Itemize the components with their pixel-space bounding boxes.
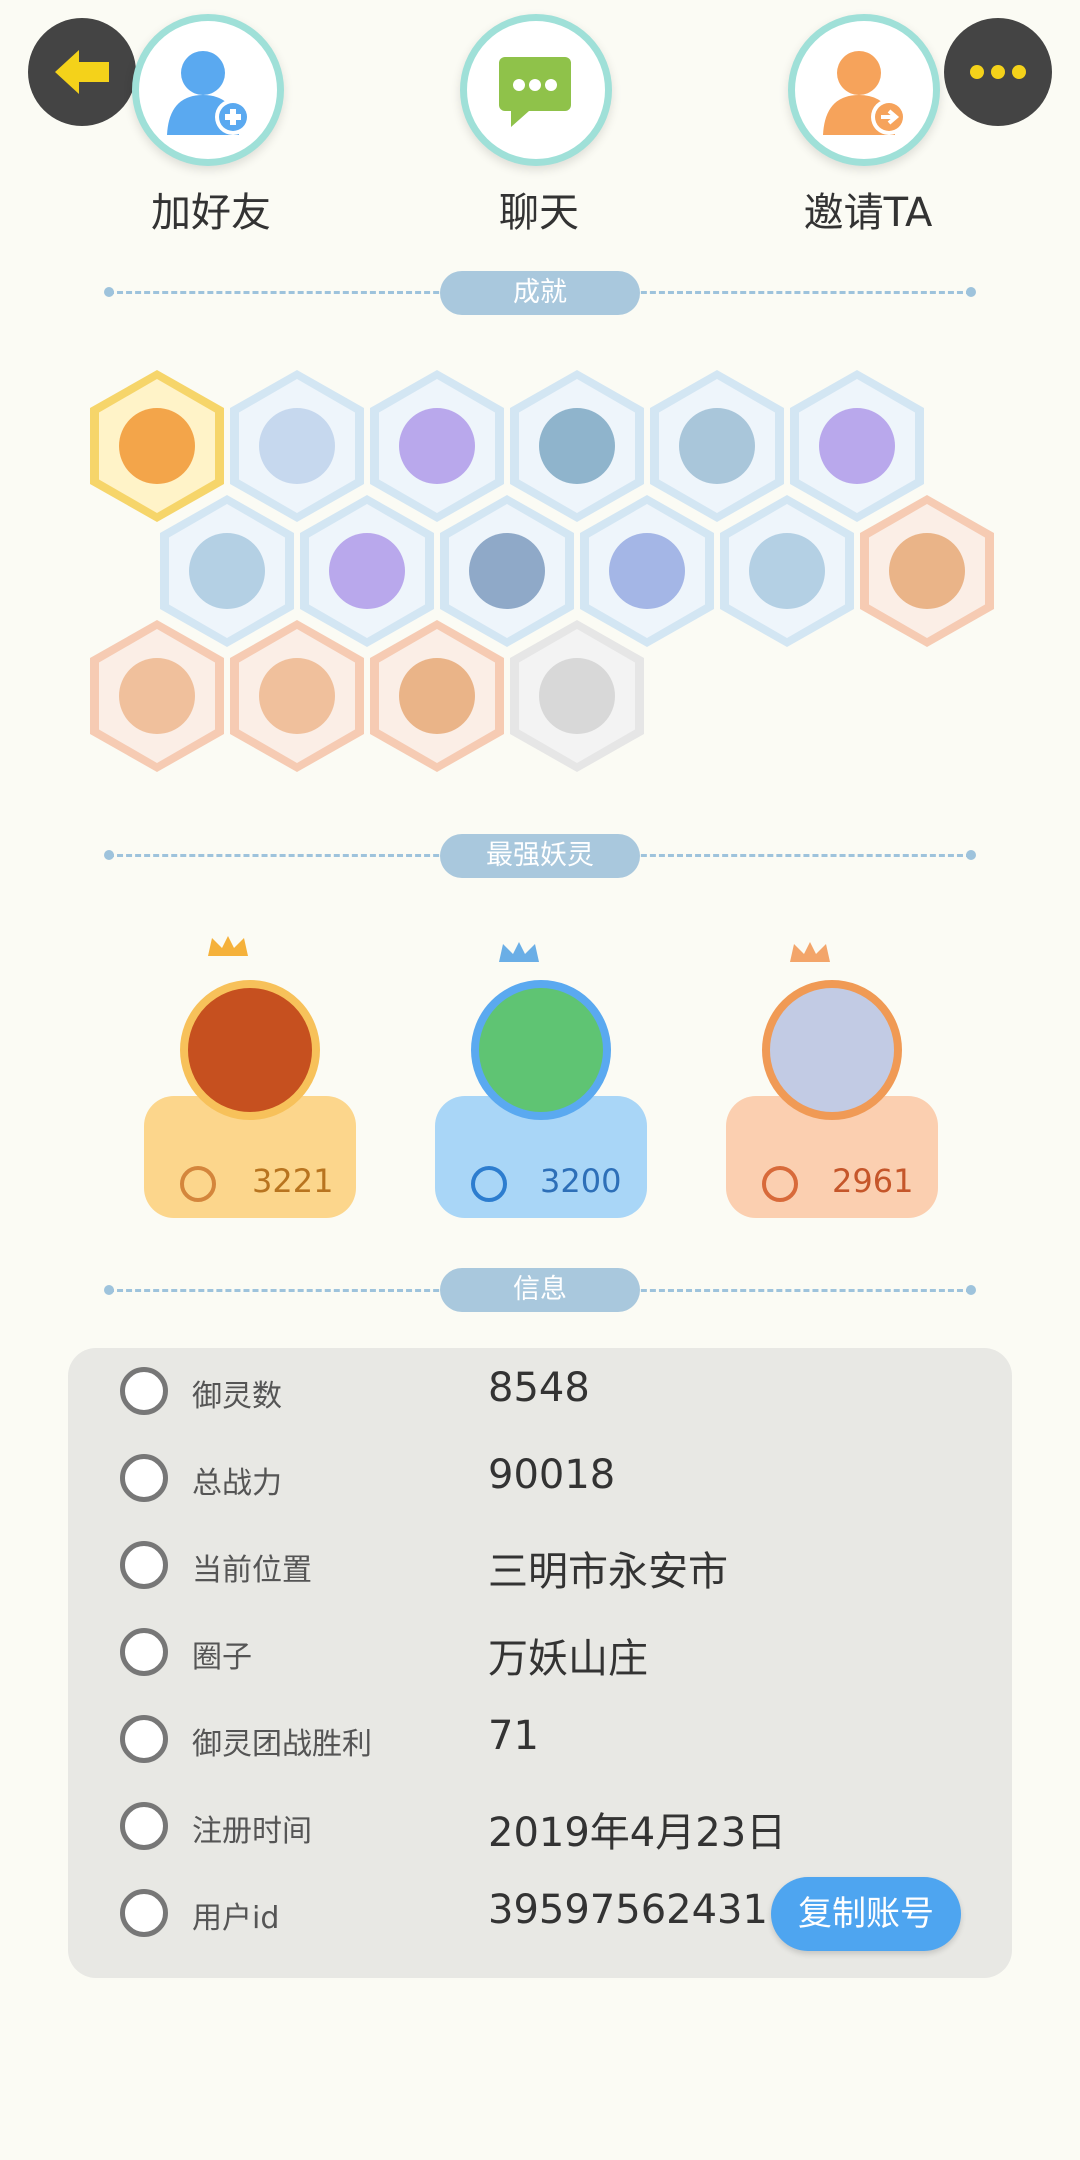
wolf-book-icon — [539, 658, 615, 734]
bear-icon — [119, 658, 195, 734]
info-label: 用户id — [192, 1901, 280, 1936]
info-label: 注册时间 — [192, 1814, 312, 1849]
vortex-icon — [399, 408, 475, 484]
egg-icon — [889, 533, 965, 609]
more-button[interactable] — [944, 18, 1052, 126]
info-label: 御灵团战胜利 — [192, 1727, 372, 1762]
section-title: 信息 — [440, 1268, 640, 1312]
achievement-badge[interactable] — [510, 620, 644, 772]
copy-account-button[interactable]: 复制账号 — [771, 1877, 961, 1951]
crown-icon — [208, 936, 248, 956]
info-value: 71 — [488, 1713, 539, 1759]
cat-icon — [749, 533, 825, 609]
info-value: 万妖山庄 — [488, 1636, 648, 1682]
location-pin-icon — [120, 1541, 168, 1589]
crown-icon — [499, 942, 539, 962]
yokai-avatar — [180, 980, 320, 1120]
invite-label: 邀请TA — [803, 190, 933, 236]
id-card-icon — [120, 1889, 168, 1937]
achievement-badge[interactable] — [300, 495, 434, 647]
achievement-badge[interactable] — [230, 370, 364, 522]
fish-icon — [259, 658, 335, 734]
achievement-badge[interactable] — [580, 495, 714, 647]
info-row: 御灵团战胜利 71 — [68, 1699, 1012, 1779]
info-label: 御灵数 — [192, 1379, 282, 1414]
info-label: 圈子 — [192, 1640, 252, 1675]
info-row: 圈子 万妖山庄 — [68, 1612, 1012, 1692]
add-user-icon — [167, 51, 251, 135]
info-label: 总战力 — [192, 1466, 282, 1501]
power-icon — [180, 1166, 216, 1202]
chat-button[interactable] — [460, 14, 612, 166]
shield-icon — [609, 533, 685, 609]
info-value: 8548 — [488, 1365, 590, 1411]
invite-user-icon — [823, 51, 907, 135]
info-label: 当前位置 — [192, 1553, 312, 1588]
chat-bubble-icon — [499, 57, 571, 127]
battle-icon — [120, 1715, 168, 1763]
demon-icon — [399, 658, 475, 734]
achievement-badge[interactable] — [720, 495, 854, 647]
achievement-badge[interactable] — [370, 620, 504, 772]
invite-button[interactable] — [788, 14, 940, 166]
chat-label: 聊天 — [499, 190, 579, 236]
scroll-icon — [469, 533, 545, 609]
achievement-badge[interactable] — [160, 495, 294, 647]
cart-icon — [329, 533, 405, 609]
cat-head-icon — [120, 1367, 168, 1415]
clock-icon — [120, 1802, 168, 1850]
achievement-badge[interactable] — [370, 370, 504, 522]
fox-face-icon — [119, 408, 195, 484]
info-row: 御灵数 8548 — [68, 1351, 1012, 1431]
sword-icon — [120, 1454, 168, 1502]
add-friend-button[interactable] — [132, 14, 284, 166]
yokai-power-value: 2961 — [832, 1162, 914, 1200]
orb-icon — [679, 408, 755, 484]
moon-icon — [539, 408, 615, 484]
creature-icon — [189, 533, 265, 609]
info-row: 注册时间 2019年4月23日 — [68, 1786, 1012, 1866]
info-row: 总战力 90018 — [68, 1438, 1012, 1518]
circle-group-icon — [120, 1628, 168, 1676]
back-button[interactable] — [28, 18, 136, 126]
power-icon — [762, 1166, 798, 1202]
yokai-avatar — [762, 980, 902, 1120]
shoe-icon — [259, 408, 335, 484]
achievement-badge[interactable] — [650, 370, 784, 522]
info-row: 当前位置 三明市永安市 — [68, 1525, 1012, 1605]
yin-yang-icon — [819, 408, 895, 484]
info-row: 用户id 39597562431 复制账号 — [68, 1873, 1012, 1953]
yokai-power-value: 3221 — [252, 1162, 334, 1200]
info-value: 三明市永安市 — [488, 1549, 728, 1595]
yokai-avatar — [471, 980, 611, 1120]
arrow-left-icon — [55, 50, 109, 94]
achievement-badge[interactable] — [90, 370, 224, 522]
achievement-badge[interactable] — [790, 370, 924, 522]
achievement-badge[interactable] — [440, 495, 574, 647]
info-panel: 御灵数 8548 总战力 90018 当前位置 三明市永安市 圈子 万妖山庄 御… — [68, 1348, 1012, 1978]
info-value: 2019年4月23日 — [488, 1810, 787, 1856]
add-friend-label: 加好友 — [151, 190, 271, 236]
more-dots-icon — [970, 65, 1026, 79]
achievement-badge[interactable] — [230, 620, 364, 772]
yokai-power-value: 3200 — [540, 1162, 622, 1200]
achievement-badge[interactable] — [510, 370, 644, 522]
power-icon — [471, 1166, 507, 1202]
achievement-badge[interactable] — [860, 495, 994, 647]
info-value: 90018 — [488, 1452, 616, 1498]
section-title: 最强妖灵 — [440, 834, 640, 878]
achievement-badge[interactable] — [90, 620, 224, 772]
info-value: 39597562431 — [488, 1887, 768, 1933]
section-title: 成就 — [440, 271, 640, 315]
crown-icon — [790, 942, 830, 962]
